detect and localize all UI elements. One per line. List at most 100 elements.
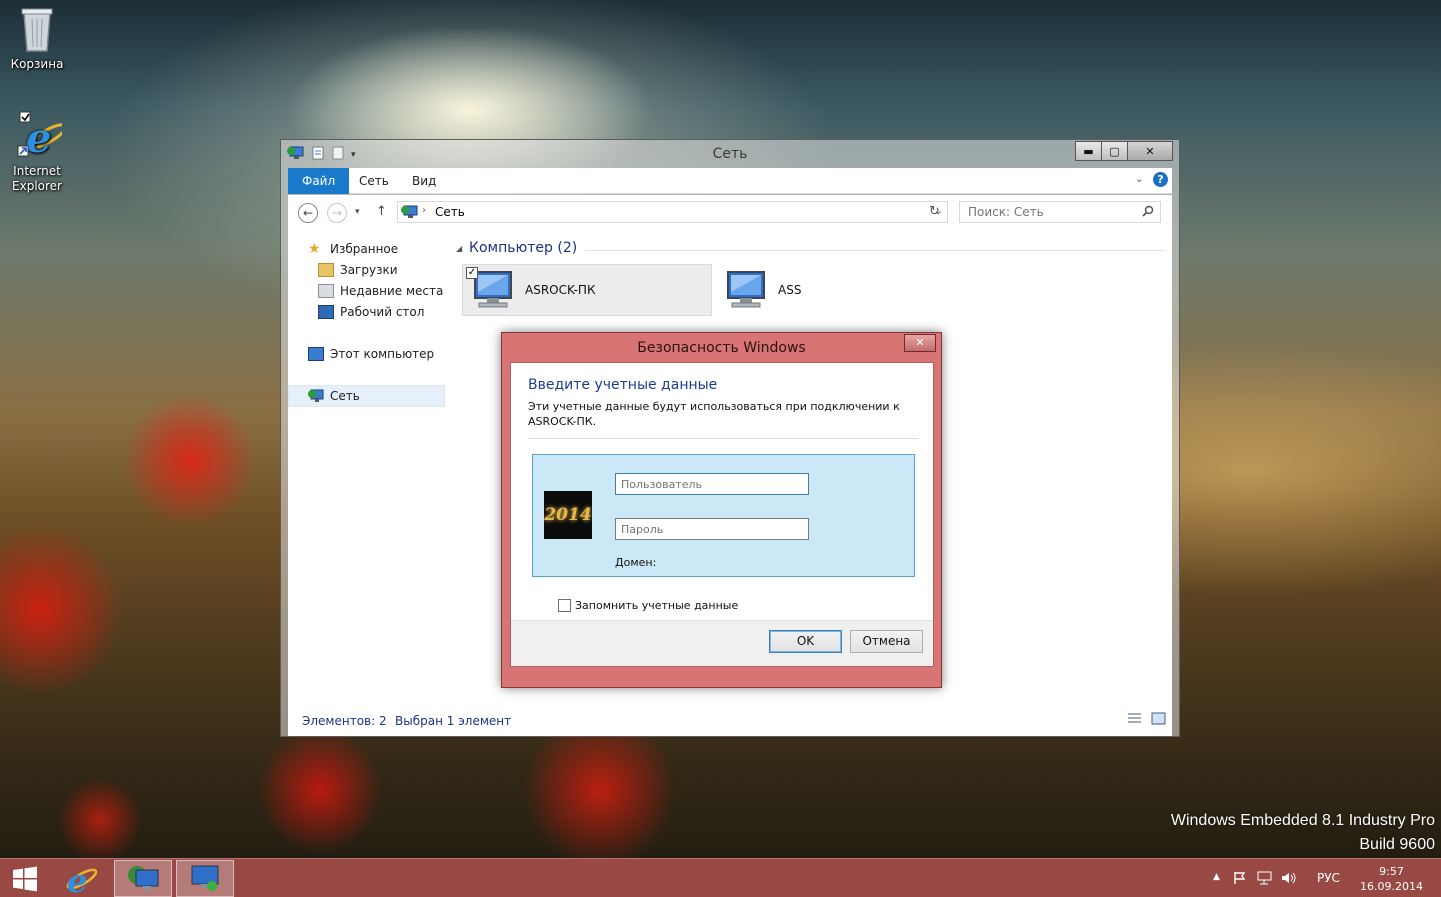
network-icon — [308, 389, 324, 403]
watermark-build: Build 9600 — [1359, 836, 1435, 853]
network-icon — [401, 205, 419, 222]
internet-explorer-icon: e — [17, 111, 68, 162]
desktop-icon-internet-explorer[interactable]: e Internet Explorer — [0, 110, 74, 194]
window-titlebar[interactable]: ▾ Сеть ▬ ▢ ✕ — [281, 140, 1179, 168]
recent-places-icon — [318, 284, 334, 298]
nav-item-label: Этот компьютер — [330, 347, 435, 361]
internet-explorer-icon: e — [66, 862, 98, 896]
nav-item-favorites[interactable]: ★ Избранное — [288, 238, 445, 260]
up-arrow-icon[interactable]: ↑ — [376, 204, 387, 219]
network-explorer-icon — [128, 865, 159, 891]
close-button[interactable]: ✕ — [1127, 141, 1173, 161]
computer-name: ASS — [778, 283, 802, 297]
search-icon[interactable] — [1142, 205, 1154, 220]
domain-label: Домен: — [615, 556, 657, 569]
nav-item-label: Сеть — [330, 389, 360, 403]
back-button[interactable]: ← — [298, 203, 318, 223]
recycle-bin-icon — [21, 8, 53, 52]
password-field[interactable] — [615, 518, 809, 540]
dialog-description: Эти учетные данные будут использоваться … — [528, 400, 900, 428]
computer-key-icon — [191, 865, 219, 891]
desktop-icon-label: Internet Explorer — [12, 164, 62, 193]
remember-checkbox[interactable] — [558, 599, 571, 612]
clock-date: 16.09.2014 — [1360, 880, 1423, 893]
star-icon: ★ — [308, 241, 321, 257]
dialog-divider — [528, 438, 918, 439]
refresh-button[interactable]: ↻ — [922, 201, 948, 223]
status-selection: Выбран 1 элемент — [395, 714, 512, 728]
nav-item-desktop[interactable]: Рабочий стол — [288, 301, 445, 323]
network-status-icon[interactable] — [1257, 871, 1272, 888]
computer-name: ASROCK-ПК — [525, 283, 596, 297]
computer-icon — [308, 347, 324, 361]
dialog-heading: Введите учетные данные — [528, 377, 718, 393]
details-view-icon[interactable] — [1127, 712, 1142, 728]
close-icon: ✕ — [915, 336, 925, 349]
tab-network[interactable]: Сеть — [359, 168, 389, 194]
user-avatar: 2014 — [544, 491, 592, 539]
taskbar-credential-ui[interactable] — [176, 860, 234, 897]
username-input[interactable] — [616, 474, 808, 494]
refresh-icon: ↻ — [929, 204, 940, 219]
collapse-group-icon[interactable]: ◢ — [456, 244, 462, 253]
dialog-footer: OK Отмена — [511, 620, 933, 666]
minimize-button[interactable]: ▬ — [1075, 141, 1102, 161]
desktop-icon-recycle-bin[interactable]: Корзина — [0, 5, 74, 72]
computer-tile-ass[interactable]: ASS — [716, 264, 966, 316]
recent-locations-icon[interactable]: ▾ — [355, 207, 360, 217]
nav-item-downloads[interactable]: Загрузки — [288, 259, 445, 281]
item-checkbox[interactable]: ✓ — [466, 267, 478, 279]
clock[interactable]: 9:57 16.09.2014 — [1360, 864, 1423, 894]
nav-item-network[interactable]: Сеть — [288, 385, 445, 407]
group-divider — [585, 250, 1166, 251]
desktop-icon-label: Корзина — [10, 57, 64, 71]
maximize-icon: ▢ — [1109, 144, 1120, 158]
ok-button[interactable]: OK — [769, 630, 842, 653]
minimize-icon: ▬ — [1083, 144, 1094, 158]
nav-item-recent-places[interactable]: Недавние места — [288, 280, 445, 302]
computer-tile-asrock[interactable]: ✓ ASROCK-ПК — [462, 264, 712, 316]
tab-file[interactable]: Файл — [288, 168, 350, 194]
search-box[interactable] — [959, 201, 1161, 223]
action-center-flag-icon[interactable] — [1233, 871, 1247, 888]
window-title: Сеть — [712, 146, 748, 162]
caption-buttons: ▬ ▢ ✕ — [1075, 141, 1173, 161]
close-icon: ✕ — [1145, 144, 1155, 158]
credential-tile[interactable]: 2014 Домен: — [532, 454, 915, 577]
maximize-button[interactable]: ▢ — [1101, 141, 1128, 161]
password-input[interactable] — [616, 519, 808, 539]
volume-icon[interactable] — [1281, 871, 1297, 888]
os-watermark: Windows Embedded 8.1 Industry Pro Build … — [1171, 809, 1435, 857]
taskbar-internet-explorer[interactable]: e — [52, 860, 110, 897]
downloads-folder-icon — [318, 263, 334, 277]
taskbar-file-explorer[interactable] — [114, 860, 172, 897]
address-bar[interactable]: › Сеть ⌄ — [397, 201, 948, 223]
ribbon-tabs: Файл Сеть Вид ⌄ ? — [288, 168, 1172, 194]
cancel-button[interactable]: Отмена — [850, 630, 923, 653]
show-hidden-icons[interactable]: ▲ — [1213, 872, 1220, 882]
dialog-body: Введите учетные данные Эти учетные данны… — [510, 362, 934, 667]
expand-ribbon-icon[interactable]: ⌄ — [1135, 172, 1144, 185]
remember-credentials[interactable]: Запомнить учетные данные — [558, 599, 738, 612]
status-bar: Элементов: 2 Выбран 1 элемент — [288, 702, 1172, 736]
windows-logo-icon — [13, 866, 37, 891]
svg-text:e: e — [26, 115, 51, 160]
group-header-computers[interactable]: Компьютер (2) — [469, 240, 577, 256]
nav-item-this-pc[interactable]: Этот компьютер — [288, 343, 445, 365]
search-input[interactable] — [960, 202, 1130, 222]
username-field[interactable] — [615, 473, 809, 495]
forward-button[interactable]: → — [327, 203, 347, 223]
breadcrumb-separator-icon[interactable]: › — [422, 205, 426, 216]
dialog-close-button[interactable]: ✕ — [904, 334, 936, 352]
navigation-pane: ★ Избранное Загрузки Недавние места Рабо… — [288, 229, 448, 702]
input-language-indicator[interactable]: РУС — [1317, 871, 1340, 885]
tab-view[interactable]: Вид — [412, 168, 436, 194]
watermark-edition: Windows Embedded 8.1 Industry Pro — [1170, 812, 1435, 829]
remember-label: Запомнить учетные данные — [575, 599, 739, 612]
nav-item-label: Недавние места — [340, 284, 444, 298]
help-icon[interactable]: ? — [1153, 172, 1168, 187]
tiles-view-icon[interactable] — [1151, 712, 1166, 728]
breadcrumb-network[interactable]: Сеть — [435, 205, 465, 219]
start-button[interactable] — [0, 860, 50, 897]
svg-text:e: e — [67, 862, 87, 896]
